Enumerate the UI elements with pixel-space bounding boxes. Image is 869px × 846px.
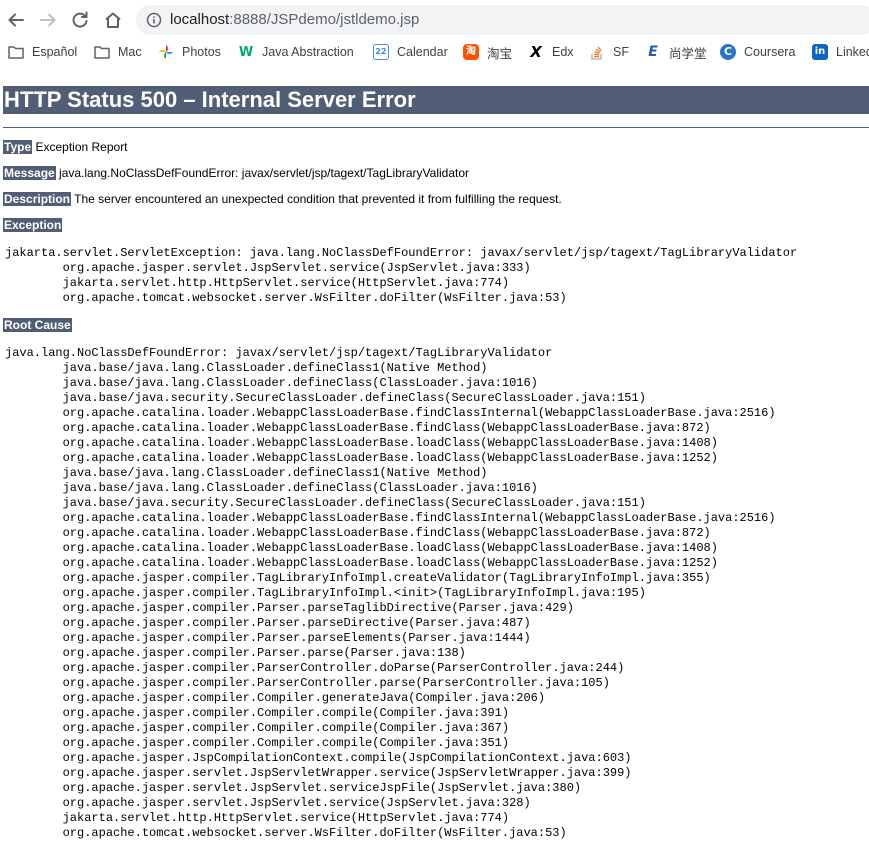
bookmark-label: Linked — [836, 45, 869, 59]
message-row: Message java.lang.NoClassDefFoundError: … — [3, 166, 469, 180]
description-value: The server encountered an unexpected con… — [74, 192, 562, 206]
exception-label: Exception — [3, 218, 63, 232]
stackoverflow-icon — [589, 44, 605, 60]
description-row: Description The server encountered an un… — [3, 192, 562, 206]
bookmark-calendar[interactable]: 22 Calendar — [373, 42, 448, 62]
browser-toolbar: localhost:8888/JSPdemo/jstldemo.jsp — [0, 0, 869, 40]
exception-heading: Exception — [3, 218, 63, 232]
bookmark-linkedin[interactable]: in Linked — [812, 42, 869, 62]
bookmark-coursera[interactable]: C Coursera — [720, 42, 795, 62]
taobao-icon: 淘 — [463, 44, 479, 60]
root-cause-label: Root Cause — [3, 318, 72, 332]
type-value: Exception Report — [35, 140, 128, 154]
calendar-icon: 22 — [373, 44, 389, 60]
bookmark-label: 尚学堂 — [669, 46, 707, 61]
forward-button[interactable] — [36, 8, 60, 32]
bookmark-photos[interactable]: Photos — [158, 42, 221, 62]
bookmark-shangxuetang[interactable]: E 尚学堂 — [645, 42, 707, 62]
back-button[interactable] — [4, 8, 28, 32]
bookmark-label: Photos — [182, 45, 221, 59]
bookmark-label: Edx — [552, 45, 574, 59]
bookmark-mac[interactable]: Mac — [94, 42, 142, 62]
back-arrow-icon — [8, 13, 24, 27]
message-value: java.lang.NoClassDefFoundError: javax/se… — [59, 166, 470, 180]
message-label: Message — [3, 166, 56, 180]
forward-arrow-icon — [40, 13, 56, 27]
shangxuetang-icon: E — [648, 44, 658, 60]
bookmarks-bar: Español Mac Photos W Java Abstraction 22… — [0, 40, 869, 64]
bookmark-label: 淘宝 — [487, 46, 513, 61]
bookmark-espanol[interactable]: Español — [8, 42, 77, 62]
bookmark-edx[interactable]: X Edx — [528, 42, 574, 62]
linkedin-icon: in — [812, 44, 828, 60]
bookmark-label: Mac — [118, 45, 142, 59]
bookmark-label: Coursera — [744, 45, 796, 59]
bookmark-taobao[interactable]: 淘 淘宝 — [463, 42, 512, 62]
page-title: HTTP Status 500 – Internal Server Error — [3, 86, 869, 114]
coursera-icon: C — [720, 44, 736, 60]
folder-icon — [94, 44, 110, 60]
home-button[interactable] — [101, 8, 125, 32]
reload-icon — [72, 11, 88, 28]
description-label: Description — [3, 192, 72, 206]
bookmark-java-abstraction[interactable]: W Java Abstraction — [238, 42, 354, 62]
type-label: Type — [3, 140, 33, 154]
bookmark-label: Calendar — [397, 45, 448, 59]
exception-stack-trace: jakarta.servlet.ServletException: java.l… — [5, 246, 798, 305]
home-icon — [105, 12, 121, 28]
type-row: Type Exception Report — [3, 140, 128, 154]
url-text[interactable]: localhost:8888/JSPdemo/jstldemo.jsp — [170, 11, 419, 29]
folder-icon — [8, 44, 24, 60]
google-photos-icon — [158, 44, 174, 60]
bookmark-label: Java Abstraction — [262, 45, 354, 59]
edx-icon: X — [530, 43, 542, 61]
root-cause-stack-trace: java.lang.NoClassDefFoundError: javax/se… — [5, 346, 776, 840]
reload-button[interactable] — [68, 8, 92, 32]
address-bar[interactable]: localhost:8888/JSPdemo/jstldemo.jsp — [136, 5, 869, 35]
bookmark-sf[interactable]: SF — [589, 42, 629, 62]
bookmark-label: Español — [32, 45, 78, 59]
site-info-icon[interactable] — [146, 12, 162, 28]
divider — [3, 127, 869, 128]
url-host: localhost — [170, 11, 230, 28]
bookmark-label: SF — [613, 45, 629, 59]
root-cause-heading: Root Cause — [3, 318, 72, 332]
url-path: :8888/JSPdemo/jstldemo.jsp — [229, 11, 420, 28]
w3schools-icon: W — [238, 44, 254, 60]
